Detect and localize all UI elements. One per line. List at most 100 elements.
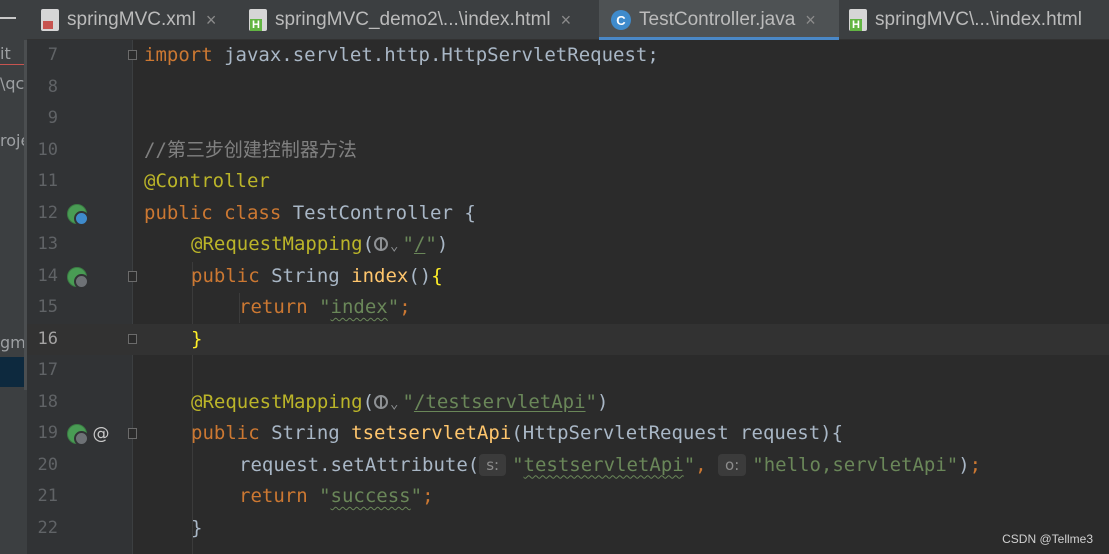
- string-literal: testservletApi: [523, 453, 684, 476]
- tab-testcontroller-java[interactable]: C TestController.java ×: [599, 0, 839, 40]
- parameter-hint: o:: [718, 453, 747, 476]
- code-line[interactable]: 22 }: [27, 513, 1109, 545]
- tree-text-fragment: \qc: [0, 74, 25, 93]
- keyword: return: [239, 296, 308, 318]
- code-line[interactable]: 21 return "success";: [27, 481, 1109, 513]
- html-file-icon: [249, 9, 267, 31]
- string-literal: index: [330, 296, 388, 318]
- method-name: tsetservletApi: [351, 422, 512, 444]
- closing-brace: }: [191, 327, 203, 350]
- line-number: 19: [37, 423, 58, 443]
- code-line[interactable]: 20 request.setAttribute(s: "testservletAp…: [27, 450, 1109, 482]
- fold-marker-icon[interactable]: [128, 333, 137, 344]
- selected-tree-row[interactable]: [0, 357, 27, 387]
- code-line[interactable]: 7 import javax.servlet.http.HttpServletR…: [27, 40, 1109, 72]
- tab-label: TestController.java: [639, 9, 796, 30]
- keyword: public: [191, 264, 260, 287]
- closing-brace: }: [191, 516, 203, 539]
- code-text: return "success";: [239, 485, 434, 507]
- code-line[interactable]: 17: [27, 355, 1109, 387]
- editor-tab-bar: springMVC.xml × springMVC_demo2\...\inde…: [27, 0, 1109, 40]
- code-text: request.setAttribute(s: "testservletApi",…: [239, 453, 982, 476]
- fold-marker-icon[interactable]: [128, 428, 137, 439]
- globe-icon[interactable]: [374, 394, 389, 409]
- code-line[interactable]: 13 @RequestMapping(⌄ "/"): [27, 229, 1109, 261]
- line-number: 20: [37, 454, 58, 475]
- code-text: import javax.servlet.http.HttpServletReq…: [144, 40, 659, 72]
- fold-marker-icon[interactable]: [128, 50, 137, 60]
- code-line[interactable]: 8: [27, 72, 1109, 104]
- tab-demo2-index-html[interactable]: springMVC_demo2\...\index.html ×: [249, 0, 619, 40]
- line-number: 18: [37, 391, 58, 412]
- project-panel-edge: it \qc roje gm: [0, 0, 27, 554]
- tree-text-fragment: roje: [0, 131, 27, 150]
- tab-label: springMVC.xml: [67, 9, 196, 30]
- tab-label: springMVC\...\index.html: [875, 9, 1082, 30]
- line-number: 14: [37, 265, 58, 286]
- line-number: 22: [37, 517, 58, 538]
- line-number: 21: [37, 486, 58, 506]
- collapse-icon[interactable]: [0, 17, 16, 19]
- tab-springmvc-index-html[interactable]: springMVC\...\index.html: [849, 0, 1109, 40]
- globe-icon[interactable]: [374, 237, 389, 251]
- code-line[interactable]: 12 public class TestController {: [27, 198, 1109, 230]
- code-text: public String tsetservletApi(HttpServlet…: [191, 418, 843, 450]
- line-number: 15: [37, 297, 58, 317]
- line-number: 7: [47, 45, 58, 65]
- fold-marker-icon[interactable]: [128, 270, 137, 282]
- xml-file-icon: [41, 9, 59, 31]
- request-mapping-icon[interactable]: [67, 266, 89, 289]
- parameter-hint: s:: [479, 453, 507, 476]
- annotation: @RequestMapping: [191, 390, 363, 413]
- close-icon[interactable]: ×: [561, 10, 572, 31]
- code-line[interactable]: 15 return "index";: [27, 292, 1109, 324]
- url-path[interactable]: /testservletApi: [414, 391, 586, 413]
- java-class-icon: C: [611, 10, 631, 30]
- keyword: class: [224, 201, 282, 224]
- code-line[interactable]: 11 @Controller: [27, 166, 1109, 198]
- chevron-down-icon[interactable]: ⌄: [390, 396, 398, 412]
- code-line[interactable]: 10 //第三步创建控制器方法: [27, 135, 1109, 167]
- type-name: String: [259, 422, 352, 444]
- url-path[interactable]: /: [414, 233, 425, 255]
- line-number: 12: [37, 202, 58, 223]
- keyword: import: [144, 44, 213, 66]
- chevron-down-icon[interactable]: ⌄: [390, 238, 398, 254]
- method-call: request.setAttribute(: [239, 453, 480, 476]
- code-text: @RequestMapping(⌄ "/testservletApi"): [191, 390, 609, 413]
- code-line[interactable]: 18 @RequestMapping(⌄ "/testservletApi"): [27, 387, 1109, 419]
- keyword: public: [144, 201, 213, 224]
- line-number: 16: [37, 328, 58, 349]
- line-number: 10: [37, 139, 58, 160]
- import-path: javax.servlet.http.HttpServletRequest;: [212, 44, 659, 66]
- close-icon[interactable]: ×: [805, 10, 816, 31]
- watermark: CSDN @Tellme3: [1002, 532, 1093, 546]
- annotation: @RequestMapping: [191, 233, 363, 255]
- parameter-list: (HttpServletRequest request){: [511, 422, 844, 444]
- code-editor[interactable]: 7 import javax.servlet.http.HttpServletR…: [27, 40, 1109, 554]
- line-number: 17: [37, 360, 58, 380]
- line-number: 8: [47, 76, 58, 97]
- tree-text-fragment: gm: [0, 333, 26, 352]
- line-number: 9: [47, 108, 58, 128]
- code-text: public String index(){: [191, 264, 443, 287]
- request-mapping-icon[interactable]: [67, 424, 89, 446]
- type-name: String: [259, 264, 352, 287]
- line-number: 11: [37, 171, 58, 191]
- close-icon[interactable]: ×: [206, 10, 217, 31]
- code-line[interactable]: 14 public String index(){: [27, 261, 1109, 293]
- at-sign-icon[interactable]: @: [91, 424, 111, 444]
- code-line-current[interactable]: 16 }: [27, 323, 1109, 355]
- keyword: return: [239, 485, 308, 507]
- keyword: public: [191, 422, 260, 444]
- error-underline: [0, 64, 26, 65]
- tab-springmvc-xml[interactable]: springMVC.xml ×: [41, 0, 251, 40]
- code-line[interactable]: 19 @ public String tsetservletApi(HttpSe…: [27, 418, 1109, 450]
- spring-bean-icon[interactable]: [67, 203, 89, 226]
- annotation: @Controller: [144, 170, 270, 192]
- string-literal: hello,servletApi: [763, 453, 947, 476]
- string-literal: success: [330, 485, 411, 507]
- tab-label: springMVC_demo2\...\index.html: [275, 9, 551, 30]
- tree-text-fragment: it: [0, 44, 11, 63]
- code-line[interactable]: 9: [27, 103, 1109, 135]
